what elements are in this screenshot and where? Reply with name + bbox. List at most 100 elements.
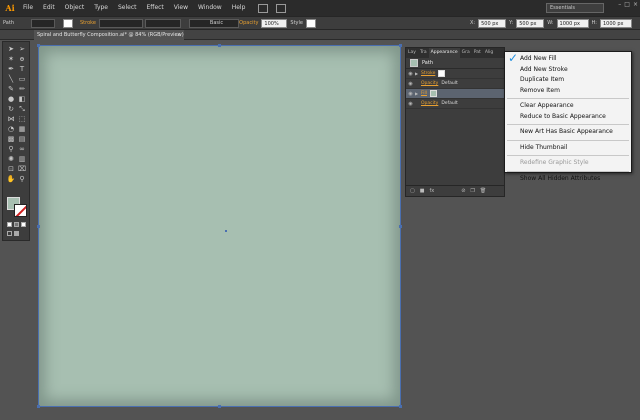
resize-handle-top-left[interactable]	[37, 44, 40, 47]
resize-handle-bottom[interactable]	[218, 405, 221, 408]
fill-color-swatch[interactable]	[430, 90, 438, 97]
width-field[interactable]: 1000 px	[556, 18, 589, 28]
menu-type[interactable]: Type	[89, 0, 113, 16]
none-mode-icon[interactable]	[21, 222, 26, 227]
screen-mode-icon[interactable]	[14, 231, 19, 236]
fill-color-picker[interactable]	[30, 18, 55, 28]
tab-transparency[interactable]: Tra	[418, 48, 429, 58]
document-tab[interactable]: Spiral and Butterfly Composition.ai* @ 8…	[34, 30, 184, 40]
stroke-swatch[interactable]	[14, 204, 27, 217]
appearance-row-fill[interactable]: ◉ ▶ Fill	[406, 89, 504, 99]
slice-tool-icon[interactable]: ⌧	[17, 165, 27, 173]
shape-builder-tool-icon[interactable]: ◔	[6, 125, 16, 133]
menu-new-art-basic-appearance[interactable]: New Art Has Basic Appearance	[505, 127, 631, 138]
stroke-none-swatch[interactable]	[438, 70, 446, 77]
add-new-fill-icon[interactable]: ■	[420, 188, 425, 194]
visibility-eye-icon[interactable]: ◉	[406, 71, 415, 77]
scale-tool-icon[interactable]: ⤡	[17, 105, 27, 113]
menu-duplicate-item[interactable]: Duplicate Item	[505, 75, 631, 86]
variable-width-profile[interactable]	[144, 18, 181, 28]
menu-help[interactable]: Help	[227, 0, 251, 16]
paintbrush-tool-icon[interactable]: ✎	[6, 85, 16, 93]
mesh-tool-icon[interactable]: ▩	[6, 135, 16, 143]
rotate-tool-icon[interactable]: ↻	[6, 105, 16, 113]
resize-handle-bottom-left[interactable]	[37, 405, 40, 408]
menu-show-hidden-attributes[interactable]: Show All Hidden Attributes	[505, 174, 631, 185]
close-document-icon[interactable]: ×	[177, 30, 181, 40]
draw-normal-icon[interactable]	[7, 231, 12, 236]
type-tool-icon[interactable]: T	[17, 65, 27, 73]
menu-add-new-fill[interactable]: ✓ Add New Fill	[505, 52, 631, 65]
rectangle-tool-icon[interactable]: ▭	[17, 75, 27, 83]
selection-tool-icon[interactable]: ➤	[6, 45, 16, 53]
add-effect-icon[interactable]: fx	[429, 188, 434, 194]
free-transform-tool-icon[interactable]: ⬚	[17, 115, 27, 123]
hand-tool-icon[interactable]: ✋	[6, 175, 16, 183]
stroke-weight-field[interactable]	[98, 18, 143, 28]
clear-appearance-icon[interactable]: ⊘	[461, 188, 465, 194]
menu-effect[interactable]: Effect	[142, 0, 169, 16]
resize-handle-top-right[interactable]	[399, 44, 402, 47]
resize-handle-right[interactable]	[399, 225, 402, 228]
stroke-label[interactable]: Stroke	[77, 20, 99, 26]
zoom-tool-icon[interactable]: ⚲	[17, 175, 27, 183]
x-field[interactable]: 500 px	[478, 18, 507, 28]
menu-edit[interactable]: Edit	[38, 0, 60, 16]
minimize-button[interactable]: –	[618, 1, 621, 8]
delete-item-icon[interactable]: 🗑	[480, 188, 486, 194]
graphic-style-picker[interactable]	[305, 18, 316, 28]
menu-window[interactable]: Window	[193, 0, 227, 16]
symbol-sprayer-tool-icon[interactable]: ✺	[6, 155, 16, 163]
appearance-row-stroke[interactable]: ◉ ▶ Stroke	[406, 69, 504, 79]
line-tool-icon[interactable]: ╲	[6, 75, 16, 83]
menu-hide-thumbnail[interactable]: Hide Thumbnail	[505, 143, 631, 154]
stroke-color-picker[interactable]	[62, 18, 73, 28]
appearance-row-label[interactable]: Opacity	[421, 101, 438, 106]
menu-reduce-basic-appearance[interactable]: Reduce to Basic Appearance	[505, 112, 631, 123]
appearance-row-opacity[interactable]: ◉ Opacity Default	[406, 99, 504, 109]
menu-add-new-stroke[interactable]: Add New Stroke	[505, 65, 631, 76]
direct-selection-tool-icon[interactable]: ➢	[17, 45, 27, 53]
bridge-icon[interactable]	[258, 3, 269, 13]
menu-file[interactable]: File	[18, 0, 38, 16]
arrange-documents-icon[interactable]	[276, 3, 287, 13]
perspective-grid-tool-icon[interactable]: ▦	[17, 125, 27, 133]
close-button[interactable]: ×	[633, 1, 638, 8]
eyedropper-tool-icon[interactable]: ⚲	[6, 145, 16, 153]
pencil-tool-icon[interactable]: ✏	[17, 85, 27, 93]
visibility-eye-icon[interactable]: ◉	[406, 81, 415, 87]
menu-view[interactable]: View	[169, 0, 193, 16]
duplicate-item-icon[interactable]: ❐	[470, 188, 474, 194]
menu-object[interactable]: Object	[60, 0, 90, 16]
lasso-tool-icon[interactable]: ɵ	[17, 55, 27, 63]
resize-handle-top[interactable]	[218, 44, 221, 47]
maximize-button[interactable]: □	[624, 1, 630, 8]
magic-wand-tool-icon[interactable]: ✶	[6, 55, 16, 63]
resize-handle-bottom-right[interactable]	[399, 405, 402, 408]
eraser-tool-icon[interactable]: ◧	[17, 95, 27, 103]
opacity-label[interactable]: Opacity	[236, 20, 261, 26]
gradient-mode-icon[interactable]	[14, 222, 19, 227]
blend-tool-icon[interactable]: ∞	[17, 145, 27, 153]
column-graph-tool-icon[interactable]: ▥	[17, 155, 27, 163]
appearance-row-label[interactable]: Fill	[421, 91, 427, 96]
tab-gradient[interactable]: Gra	[460, 48, 472, 58]
appearance-row-label[interactable]: Opacity	[421, 81, 438, 86]
add-new-stroke-icon[interactable]: ▢	[410, 188, 415, 194]
tab-layers[interactable]: Lay	[406, 48, 418, 58]
menu-select[interactable]: Select	[113, 0, 142, 16]
opacity-field[interactable]: 100%	[261, 18, 288, 28]
workspace-switcher[interactable]: Essentials	[546, 3, 604, 13]
y-field[interactable]: 500 px	[516, 18, 545, 28]
height-field[interactable]: 1000 px	[600, 18, 632, 28]
resize-handle-left[interactable]	[37, 225, 40, 228]
visibility-eye-icon[interactable]: ◉	[406, 101, 415, 107]
pen-tool-icon[interactable]: ✒	[6, 65, 16, 73]
appearance-row-stroke-opacity[interactable]: ◉ Opacity Default	[406, 79, 504, 89]
tab-align[interactable]: Alig	[483, 48, 495, 58]
selected-rectangle[interactable]	[37, 44, 402, 408]
menu-clear-appearance[interactable]: Clear Appearance	[505, 101, 631, 112]
width-tool-icon[interactable]: ⋈	[6, 115, 16, 123]
tab-appearance[interactable]: Appearance	[428, 48, 460, 58]
color-mode-icon[interactable]	[7, 222, 12, 227]
